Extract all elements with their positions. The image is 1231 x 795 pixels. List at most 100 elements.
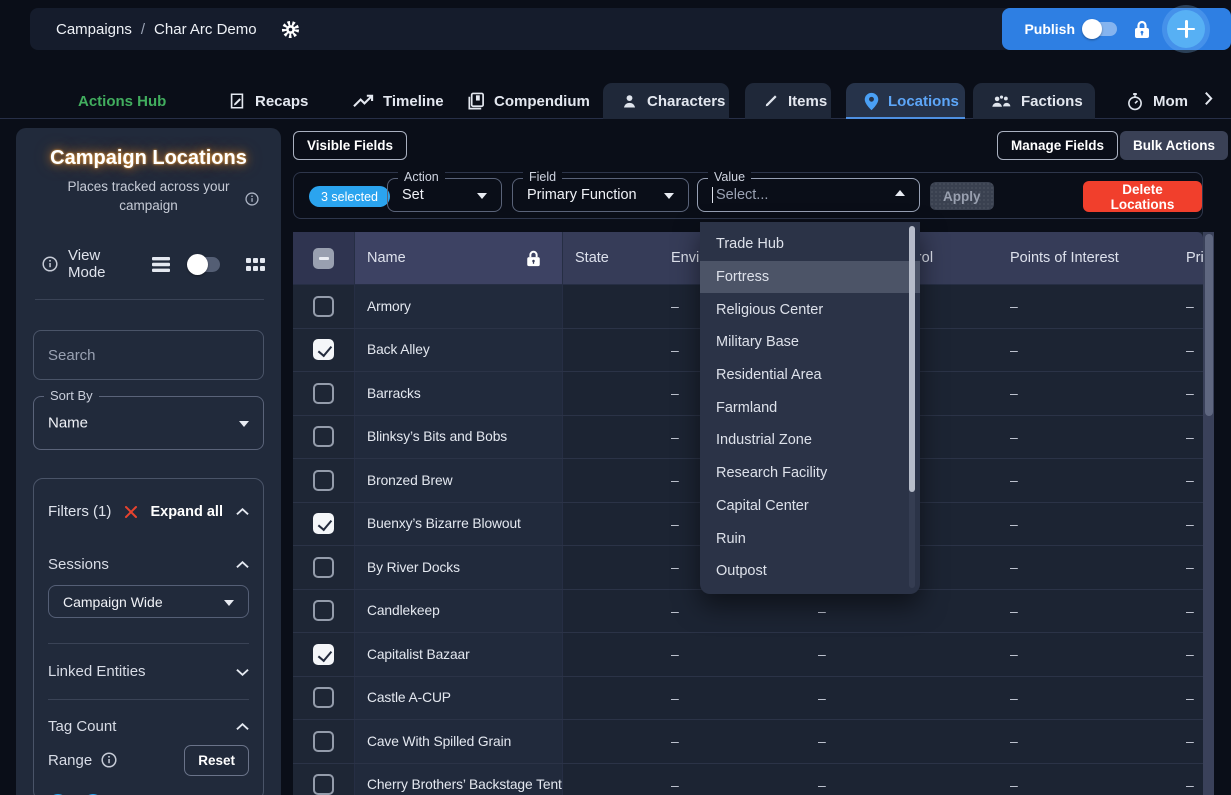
tab-items[interactable]: Items <box>745 83 831 119</box>
chevron-right-icon[interactable] <box>1204 91 1213 106</box>
row-name-cell[interactable]: Buenxy’s Bizarre Blowout <box>355 503 563 546</box>
tab-recaps[interactable]: Recaps <box>210 83 326 119</box>
action-select[interactable]: Action Set <box>387 178 502 212</box>
column-header-points-of-interest[interactable]: Points of Interest <box>1000 232 1174 284</box>
row-name-cell[interactable]: Candlekeep <box>355 590 563 633</box>
table-scrollbar[interactable] <box>1203 232 1214 795</box>
table-row[interactable]: Capitalist Bazaar – – – – <box>293 633 1203 677</box>
manage-fields-button[interactable]: Manage Fields <box>997 131 1118 160</box>
dropdown-option[interactable]: Industrial Zone <box>700 424 920 457</box>
view-mode-toggle[interactable] <box>189 257 220 272</box>
chevron-up-icon[interactable] <box>236 561 249 569</box>
table-scrollbar-thumb[interactable] <box>1205 234 1213 416</box>
list-view-icon[interactable] <box>152 257 170 272</box>
dropdown-option[interactable]: Outpost <box>700 555 920 588</box>
dropdown-option[interactable]: Capital Center <box>700 490 920 523</box>
row-checkbox[interactable] <box>313 644 334 665</box>
table-row[interactable]: Candlekeep – – – – <box>293 590 1203 634</box>
dropdown-option[interactable]: Farmland <box>700 391 920 424</box>
linked-entities-section-header[interactable]: Linked Entities <box>48 663 249 680</box>
lock-icon <box>526 250 541 267</box>
tab-characters[interactable]: Characters <box>603 83 729 119</box>
visible-fields-button[interactable]: Visible Fields <box>293 131 407 160</box>
tab-factions[interactable]: Factions <box>973 83 1095 119</box>
tag-count-section-header[interactable]: Tag Count <box>48 718 249 735</box>
select-all-checkbox[interactable] <box>313 248 334 269</box>
tab-moments[interactable]: Moments <box>1108 83 1188 119</box>
expand-all-button[interactable]: Expand all <box>150 504 223 520</box>
table-row[interactable]: Cherry Brothers’ Backstage Tent – – – – <box>293 764 1203 795</box>
publish-toggle-knob[interactable] <box>1082 19 1102 39</box>
row-name-cell[interactable]: Bronzed Brew <box>355 459 563 502</box>
location-name: Barracks <box>367 386 421 401</box>
sort-by-select[interactable]: Sort By Name <box>33 396 264 450</box>
dropdown-option[interactable]: Religious Center <box>700 293 920 326</box>
dropdown-option[interactable]: Residential Area <box>700 359 920 392</box>
row-checkbox[interactable] <box>313 557 334 578</box>
chevron-up-icon[interactable] <box>236 723 249 731</box>
row-faction-control-cell: – <box>806 590 1000 633</box>
row-checkbox[interactable] <box>313 600 334 621</box>
row-name-cell[interactable]: Castle A-CUP <box>355 677 563 720</box>
row-state-cell <box>563 764 659 795</box>
reset-button[interactable]: Reset <box>184 745 249 776</box>
row-name-cell[interactable]: Blinksy’s Bits and Bobs <box>355 416 563 459</box>
bulk-actions-button[interactable]: Bulk Actions <box>1120 131 1228 160</box>
value-select[interactable]: Value Select... <box>697 178 920 212</box>
plus-button[interactable] <box>1167 10 1205 48</box>
row-checkbox[interactable] <box>313 687 334 708</box>
breadcrumb-campaign-name[interactable]: Char Arc Demo <box>154 21 257 38</box>
tab-actions-hub[interactable]: Actions Hub <box>60 83 184 119</box>
gear-icon[interactable] <box>281 20 300 39</box>
column-header-state[interactable]: State <box>563 232 659 284</box>
lock-icon[interactable] <box>1134 20 1150 39</box>
dropdown-option[interactable]: Ruin <box>700 522 920 555</box>
column-header-name[interactable]: Name <box>355 232 563 284</box>
tab-locations[interactable]: Locations <box>846 83 965 119</box>
search-input[interactable] <box>34 331 263 379</box>
field-select[interactable]: Field Primary Function <box>512 178 689 212</box>
row-name-cell[interactable]: Cave With Spilled Grain <box>355 720 563 763</box>
clear-filters-icon[interactable] <box>124 505 138 519</box>
row-name-cell[interactable]: By River Docks <box>355 546 563 589</box>
row-checkbox[interactable] <box>313 470 334 491</box>
row-checkbox[interactable] <box>313 731 334 752</box>
grid-view-icon[interactable] <box>246 258 265 271</box>
chevron-down-icon[interactable] <box>236 668 249 676</box>
row-primary-function-cell: – <box>1174 372 1203 415</box>
row-name-cell[interactable]: Armory <box>355 285 563 328</box>
sessions-select[interactable]: Campaign Wide <box>48 585 249 618</box>
apply-button[interactable]: Apply <box>930 182 994 210</box>
dropdown-option[interactable]: Trade Hub <box>700 228 920 261</box>
table-row[interactable]: Cave With Spilled Grain – – – – <box>293 720 1203 764</box>
dropdown-option[interactable]: Military Base <box>700 326 920 359</box>
subtitle-info-icon[interactable] <box>245 192 259 206</box>
publish-toggle[interactable] <box>1084 22 1117 36</box>
tab-timeline[interactable]: Timeline <box>335 83 462 119</box>
view-mode-info-icon[interactable] <box>42 256 58 272</box>
row-checkbox[interactable] <box>313 774 334 795</box>
row-checkbox[interactable] <box>313 339 334 360</box>
row-name-cell[interactable]: Capitalist Bazaar <box>355 633 563 676</box>
view-mode-toggle-knob[interactable] <box>187 254 208 275</box>
row-checkbox[interactable] <box>313 426 334 447</box>
row-name-cell[interactable]: Barracks <box>355 372 563 415</box>
delete-locations-button[interactable]: Delete Locations <box>1083 181 1202 212</box>
row-name-cell[interactable]: Back Alley <box>355 329 563 372</box>
chevron-up-icon[interactable] <box>236 508 249 516</box>
breadcrumb-campaigns[interactable]: Campaigns <box>56 21 132 38</box>
column-header-primary-function[interactable]: Primary Function <box>1174 232 1203 284</box>
row-checkbox[interactable] <box>313 296 334 317</box>
range-info-icon[interactable] <box>101 752 117 768</box>
dropdown-option[interactable]: Fortress <box>700 261 920 294</box>
row-checkbox[interactable] <box>313 513 334 534</box>
tab-compendium[interactable]: Compendium <box>448 83 608 119</box>
breadcrumb-separator: / <box>141 21 145 38</box>
dropdown-scrollbar-thumb[interactable] <box>909 226 915 492</box>
table-row[interactable]: Castle A-CUP – – – – <box>293 677 1203 721</box>
sessions-section-header[interactable]: Sessions <box>48 556 249 573</box>
dropdown-option[interactable]: Research Facility <box>700 457 920 490</box>
row-name-cell[interactable]: Cherry Brothers’ Backstage Tent <box>355 764 563 795</box>
publish-bar: Publish <box>1002 8 1231 50</box>
row-checkbox[interactable] <box>313 383 334 404</box>
